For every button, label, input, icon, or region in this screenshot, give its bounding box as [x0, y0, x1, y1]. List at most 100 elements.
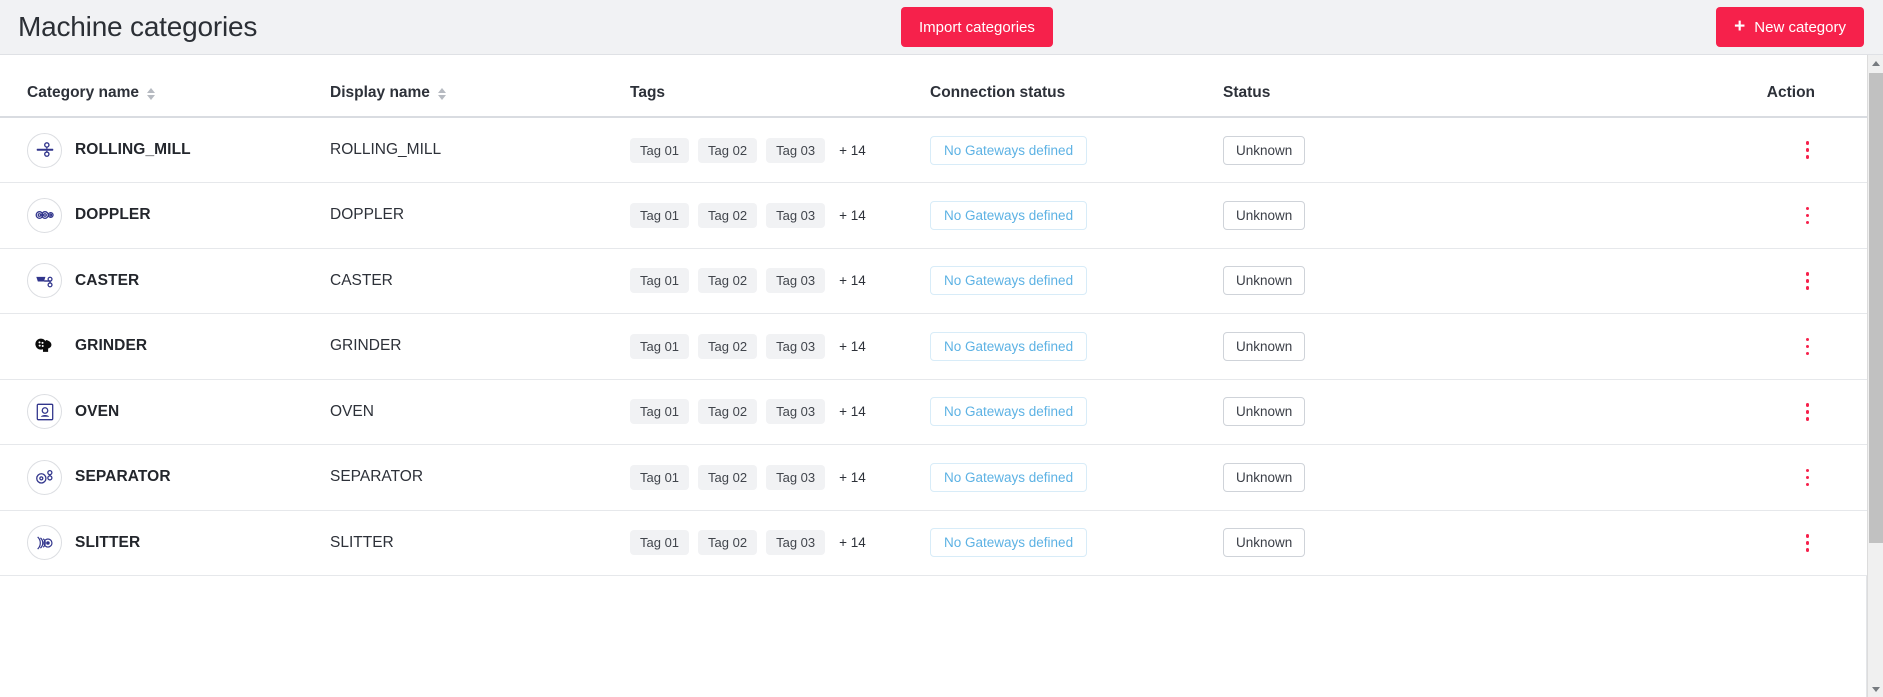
tag-chip[interactable]: Tag 02	[698, 268, 758, 294]
tags-more-count[interactable]: + 14	[839, 470, 866, 485]
cell-tags: Tag 01 Tag 02 Tag 03 + 14	[630, 182, 930, 249]
table-row[interactable]: GRINDER GRINDER Tag 01 Tag 02 Tag 03 + 14 No G…	[0, 313, 1867, 380]
category-name-label: ROLLING_MILL	[75, 141, 191, 158]
connection-status-badge[interactable]: No Gateways defined	[930, 266, 1088, 296]
cell-category-name: GRINDER	[0, 313, 330, 380]
kebab-menu-icon[interactable]	[1800, 204, 1816, 228]
cell-action	[1483, 379, 1867, 445]
vertical-scrollbar[interactable]	[1867, 55, 1883, 697]
connection-status-badge[interactable]: No Gateways defined	[930, 528, 1088, 558]
cell-category-name: ROLLING_MILL	[0, 117, 330, 183]
table-row[interactable]: CASTER CASTER Tag 01 Tag 02 Tag 03 + 14 No Gat…	[0, 248, 1867, 314]
cell-display-name: GRINDER	[330, 313, 630, 380]
tag-chip[interactable]: Tag 03	[766, 268, 826, 294]
cell-category-name: SLITTER	[0, 510, 330, 576]
column-label-display-name: Display name	[330, 84, 430, 101]
separator-icon	[27, 459, 62, 495]
tags-more-count[interactable]: + 14	[839, 273, 866, 288]
cell-tags: Tag 01 Tag 02 Tag 03 + 14	[630, 117, 930, 183]
caster-icon	[27, 263, 62, 299]
cell-display-name: SLITTER	[330, 510, 630, 576]
scroll-up-arrow-icon[interactable]	[1868, 55, 1883, 71]
machine-categories-page: Machine categories Import categories + N…	[0, 0, 1883, 697]
tag-chip[interactable]: Tag 02	[698, 464, 758, 490]
categories-table: Category name Display name Tags Connecti…	[0, 55, 1867, 576]
cell-status: Unknown	[1223, 510, 1483, 576]
slitter-icon	[27, 525, 62, 561]
connection-status-badge[interactable]: No Gateways defined	[930, 397, 1088, 427]
column-header-tags: Tags	[630, 55, 930, 118]
kebab-menu-icon[interactable]	[1800, 269, 1816, 293]
doppler-icon	[27, 197, 62, 233]
tag-chip[interactable]: Tag 01	[630, 333, 690, 359]
tag-chip[interactable]: Tag 02	[698, 202, 758, 228]
kebab-menu-icon[interactable]	[1800, 335, 1816, 359]
tags-more-count[interactable]: + 14	[839, 143, 866, 158]
tags-more-count[interactable]: + 14	[839, 404, 866, 419]
category-name-label: SEPARATOR	[75, 468, 171, 486]
tag-chip[interactable]: Tag 02	[698, 399, 758, 425]
display-name-label: ROLLING_MILL	[330, 141, 442, 158]
grinder-icon	[27, 329, 62, 364]
tag-chip[interactable]: Tag 01	[630, 530, 690, 556]
kebab-menu-icon[interactable]	[1800, 400, 1816, 424]
tag-chip[interactable]: Tag 03	[766, 399, 826, 425]
scroll-down-arrow-icon[interactable]	[1868, 681, 1883, 697]
table-body: ROLLING_MILL ROLLING_MILL Tag 01 Tag 02 Tag …	[0, 117, 1867, 576]
tag-chip[interactable]: Tag 02	[698, 137, 758, 163]
cell-action	[1483, 444, 1867, 511]
kebab-menu-icon[interactable]	[1800, 138, 1816, 162]
sort-icon[interactable]	[146, 88, 155, 100]
tag-chip[interactable]: Tag 01	[630, 464, 690, 490]
tag-chip[interactable]: Tag 03	[766, 137, 826, 163]
page-header: Machine categories Import categories + N…	[0, 0, 1883, 55]
tag-chip[interactable]: Tag 01	[630, 202, 690, 228]
scrollbar-thumb[interactable]	[1869, 73, 1883, 543]
tag-chip[interactable]: Tag 03	[766, 202, 826, 228]
connection-status-badge[interactable]: No Gateways defined	[930, 200, 1088, 230]
tag-chip[interactable]: Tag 02	[698, 333, 758, 359]
cell-action	[1483, 117, 1867, 183]
column-header-display-name[interactable]: Display name	[330, 55, 630, 118]
connection-status-badge[interactable]: No Gateways defined	[930, 135, 1088, 165]
display-name-label: GRINDER	[330, 337, 402, 355]
tags-more-count[interactable]: + 14	[839, 339, 866, 354]
table-row[interactable]: SLITTER SLITTER Tag 01 Tag 02 Tag 03 + 14 No G…	[0, 510, 1867, 576]
cell-status: Unknown	[1223, 444, 1483, 511]
status-badge: Unknown	[1223, 266, 1306, 296]
tag-chip[interactable]: Tag 03	[766, 333, 826, 359]
column-header-category-name[interactable]: Category name	[0, 55, 330, 118]
tags-more-count[interactable]: + 14	[839, 535, 866, 550]
connection-status-badge[interactable]: No Gateways defined	[930, 462, 1088, 492]
table-row[interactable]: SEPARATOR SEPARATOR Tag 01 Tag 02 Tag 03 + 14…	[0, 444, 1867, 511]
status-badge: Unknown	[1223, 200, 1306, 230]
table-row[interactable]: OVEN OVEN Tag 01 Tag 02 Tag 03 + 14 No Gateway…	[0, 379, 1867, 445]
column-header-action: Action	[1483, 55, 1867, 118]
tag-chip[interactable]: Tag 03	[766, 464, 826, 490]
cell-display-name: OVEN	[330, 379, 630, 445]
import-categories-container: Import categories	[901, 7, 1053, 47]
tags-more-count[interactable]: + 14	[839, 208, 866, 223]
table-row[interactable]: DOPPLER DOPPLER Tag 01 Tag 02 Tag 03 + 14 No G…	[0, 182, 1867, 249]
kebab-menu-icon[interactable]	[1800, 466, 1816, 490]
sort-icon[interactable]	[437, 88, 446, 100]
cell-status: Unknown	[1223, 248, 1483, 314]
table-row[interactable]: ROLLING_MILL ROLLING_MILL Tag 01 Tag 02 Tag …	[0, 117, 1867, 183]
tag-chip[interactable]: Tag 01	[630, 399, 690, 425]
tag-chip[interactable]: Tag 01	[630, 137, 690, 163]
column-label-action: Action	[1766, 84, 1815, 101]
cell-connection-status: No Gateways defined	[930, 313, 1223, 380]
import-categories-button[interactable]: Import categories	[901, 7, 1053, 47]
new-category-button[interactable]: + New category	[1716, 7, 1864, 47]
tag-chip[interactable]: Tag 03	[766, 530, 826, 556]
table-header-row: Category name Display name Tags Connecti…	[0, 55, 1867, 118]
column-label-status: Status	[1223, 84, 1271, 101]
cell-tags: Tag 01 Tag 02 Tag 03 + 14	[630, 313, 930, 380]
tag-chip[interactable]: Tag 02	[698, 530, 758, 556]
cell-tags: Tag 01 Tag 02 Tag 03 + 14	[630, 444, 930, 511]
tag-chip[interactable]: Tag 01	[630, 268, 690, 294]
column-label-connection-status: Connection status	[930, 84, 1066, 101]
status-badge: Unknown	[1223, 397, 1306, 427]
kebab-menu-icon[interactable]	[1800, 531, 1816, 555]
connection-status-badge[interactable]: No Gateways defined	[930, 331, 1088, 361]
